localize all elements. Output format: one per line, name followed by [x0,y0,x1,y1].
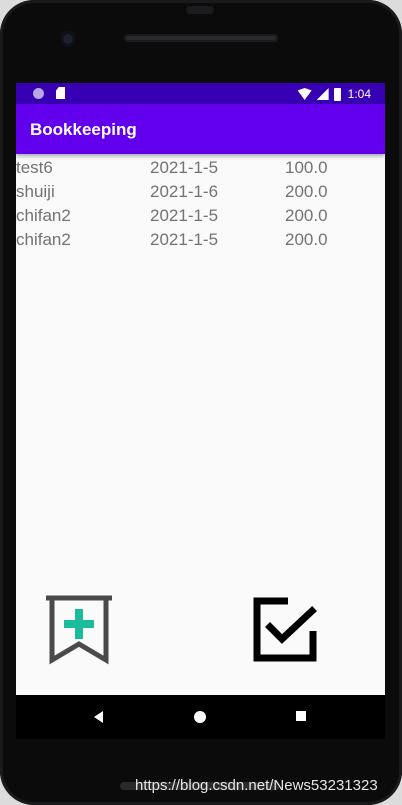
record-date: 2021-1-5 [150,206,219,225]
record-amount: 200.0 [285,182,328,201]
record-date: 2021-1-5 [150,230,219,249]
battery-icon [333,87,341,101]
record-amount: 100.0 [285,158,328,177]
earpiece-speaker [124,34,278,42]
sd-card-icon [56,87,65,99]
top-speaker-slot [186,6,214,14]
add-record-button[interactable] [42,594,116,666]
device-screen: 1:04 Bookkeeping test6 2021-1-5 100.0 sh… [16,83,385,695]
record-date: 2021-1-5 [150,158,219,177]
signal-icon [316,88,329,100]
watermark-text: https://blog.csdn.net/News53231323 [135,777,378,794]
record-name: chifan2 [16,230,71,249]
status-bar: 1:04 [16,83,385,104]
record-date: 2021-1-6 [150,182,219,201]
status-indicators: 1:04 [297,86,371,102]
status-time: 1:04 [347,87,371,101]
check-box-icon [253,597,317,662]
wifi-icon [297,88,312,100]
navigation-bar [16,695,385,739]
record-row[interactable]: chifan2 2021-1-5 200.0 [16,229,385,253]
record-list: test6 2021-1-5 100.0 shuiji 2021-1-6 200… [16,157,385,253]
record-row[interactable]: test6 2021-1-5 100.0 [16,157,385,181]
circle-notification-icon [33,88,44,99]
record-name: chifan2 [16,206,71,225]
recents-icon[interactable] [296,711,306,721]
record-name: test6 [16,158,53,177]
app-title: Bookkeeping [30,120,137,139]
record-name: shuiji [16,182,55,201]
confirm-button[interactable] [252,597,318,663]
front-camera [60,31,76,47]
home-icon[interactable] [194,711,206,723]
record-amount: 200.0 [285,230,328,249]
bookmark-add-icon [46,595,112,665]
record-row[interactable]: shuiji 2021-1-6 200.0 [16,181,385,205]
record-row[interactable]: chifan2 2021-1-5 200.0 [16,205,385,229]
app-bar: Bookkeeping [16,104,385,154]
phone-frame: 1:04 Bookkeeping test6 2021-1-5 100.0 sh… [0,0,402,805]
back-icon[interactable] [94,711,103,723]
record-amount: 200.0 [285,206,328,225]
